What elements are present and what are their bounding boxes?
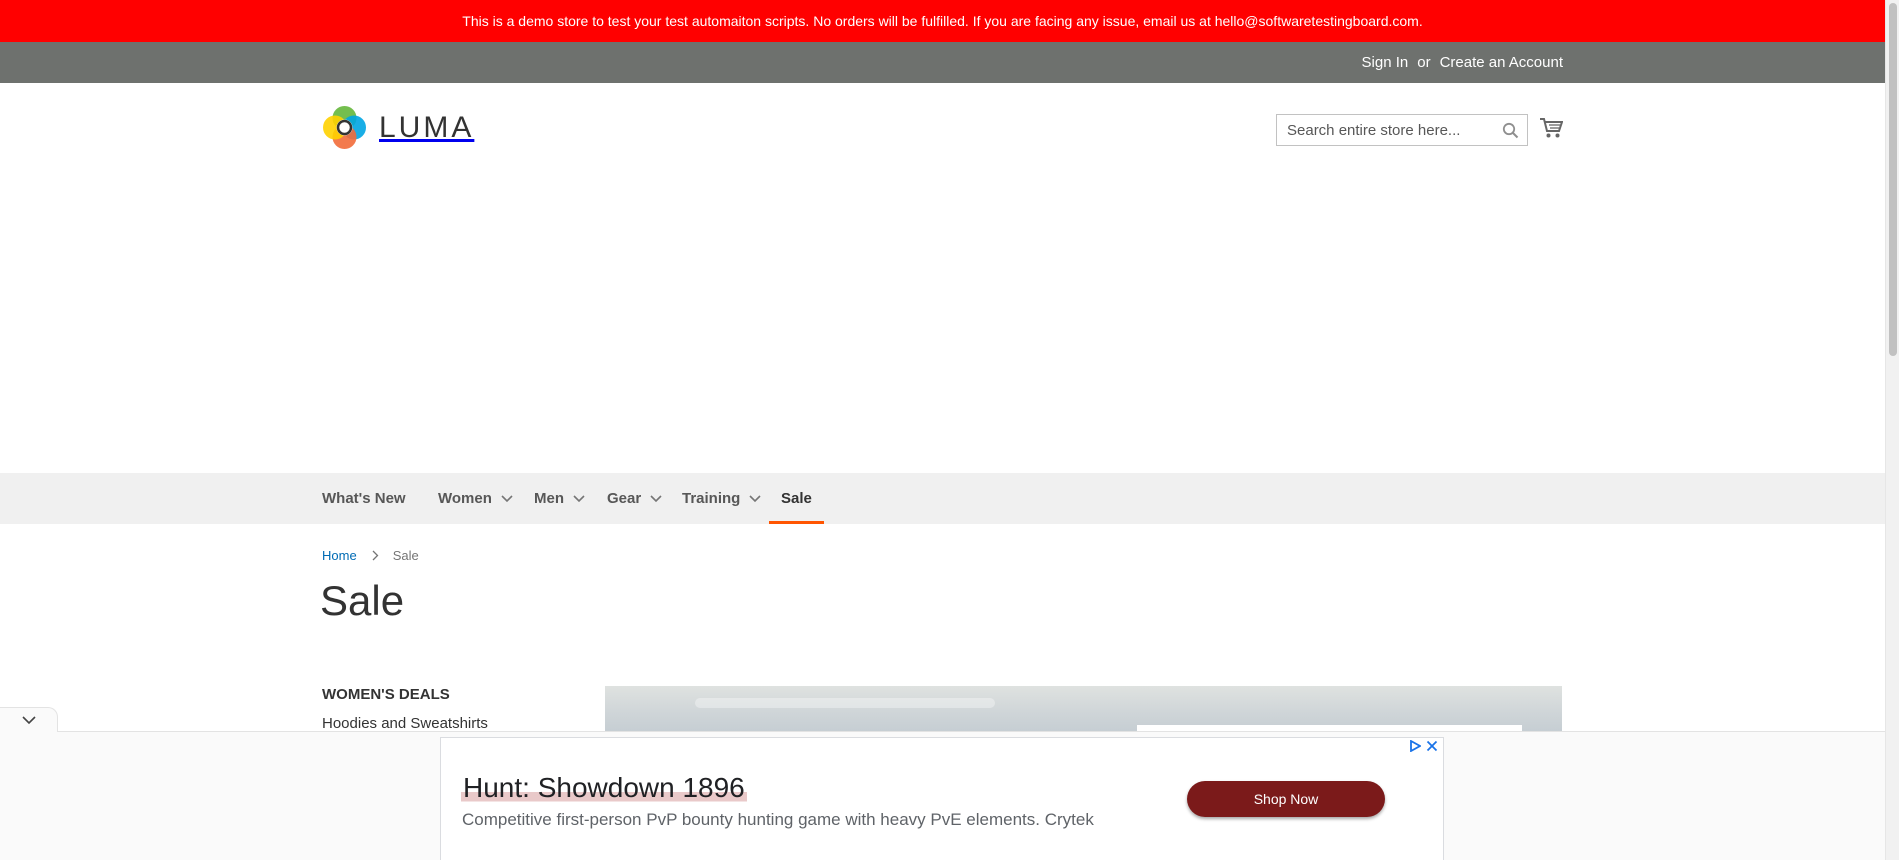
ad-anchor-container: Hunt: Showdown 1896 Competitive first-pe… (0, 707, 1885, 860)
search-icon[interactable] (1502, 122, 1519, 139)
nav-label: What's New (322, 490, 406, 507)
main-navigation: What's New Women Men Gear Training Sale (0, 473, 1885, 524)
nav-label: Women (438, 490, 492, 507)
page-title: Sale (320, 577, 405, 624)
scrollbar-thumb[interactable] (1889, 3, 1897, 356)
ad-choices-icon[interactable] (1409, 740, 1421, 752)
search-input[interactable] (1287, 121, 1497, 139)
breadcrumb: Home Sale (322, 548, 419, 563)
demo-banner-text: This is a demo store to test your test a… (462, 13, 1423, 29)
breadcrumb-home-link[interactable]: Home (322, 548, 357, 563)
demo-store-banner: This is a demo store to test your test a… (0, 0, 1885, 42)
search-box (1276, 114, 1528, 146)
header-links: Sign In or Create an Account (1362, 42, 1563, 83)
ad-banner[interactable]: Hunt: Showdown 1896 Competitive first-pe… (440, 737, 1444, 860)
nav-training[interactable]: Training (682, 473, 761, 524)
sidebar-title: WOMEN'S DEALS (322, 686, 450, 703)
nav-gear[interactable]: Gear (607, 473, 662, 524)
chevron-down-icon (650, 494, 662, 502)
ad-collapse-toggle[interactable] (0, 707, 58, 732)
chevron-down-icon (749, 494, 761, 502)
chevron-down-icon (573, 494, 585, 502)
chevron-right-icon (372, 550, 379, 561)
nav-whats-new[interactable]: What's New (322, 473, 406, 524)
nav-men[interactable]: Men (534, 473, 585, 524)
breadcrumb-current: Sale (392, 548, 419, 563)
ad-title[interactable]: Hunt: Showdown 1896 (461, 772, 747, 804)
create-account-link[interactable]: Create an Account (1440, 54, 1563, 71)
chevron-down-icon (501, 494, 513, 502)
nav-women[interactable]: Women (438, 473, 513, 524)
sidebar-link-hoodies[interactable]: Hoodies and Sweatshirts (322, 715, 488, 732)
close-icon[interactable] (1426, 740, 1438, 752)
or-text: or (1417, 54, 1431, 71)
sale-hero-image[interactable] (605, 686, 1562, 731)
nav-label: Gear (607, 490, 642, 507)
cart-icon[interactable] (1539, 117, 1563, 139)
luma-logo-icon (323, 106, 366, 149)
logo-text: LUMA (379, 110, 475, 144)
sign-in-link[interactable]: Sign In (1362, 54, 1409, 71)
ad-description: Competitive first-person PvP bounty hunt… (462, 810, 1094, 829)
page-scrollbar[interactable] (1885, 0, 1899, 860)
chevron-down-icon (21, 715, 36, 724)
nav-label: Training (682, 490, 741, 507)
shop-now-button[interactable]: Shop Now (1187, 781, 1385, 817)
hero-cloud (695, 698, 995, 708)
nav-label: Men (534, 490, 564, 507)
nav-label: Sale (781, 490, 812, 507)
logo-link[interactable]: LUMA (322, 105, 474, 150)
header-panel: Sign In or Create an Account (0, 42, 1885, 83)
nav-sale[interactable]: Sale (769, 473, 824, 524)
